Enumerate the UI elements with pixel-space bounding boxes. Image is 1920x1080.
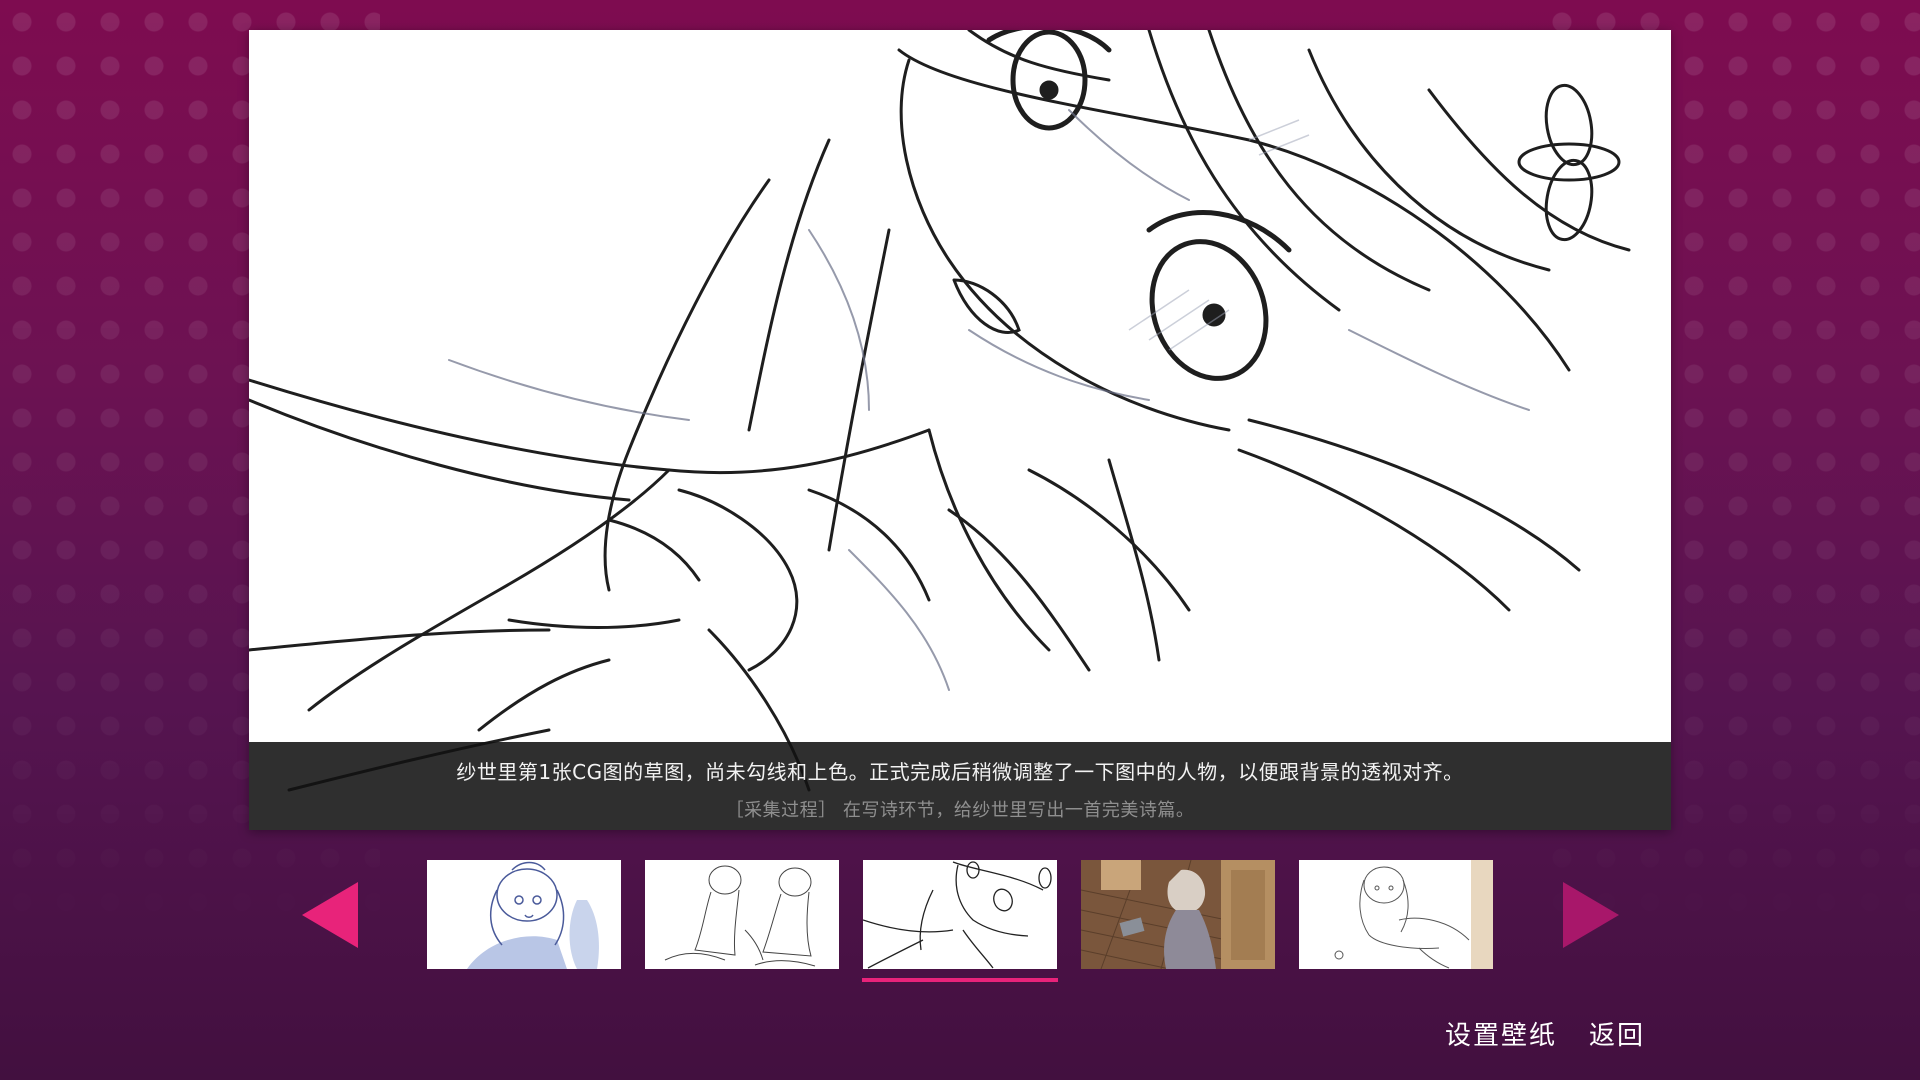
cg-unlock-hint: ［采集过程］ 在写诗环节，给纱世里写出一首完美诗篇。 [725, 800, 1195, 821]
previous-page-button[interactable] [300, 880, 360, 950]
thumbnail-3[interactable] [863, 860, 1057, 969]
cg-description: 纱世里第1张CG图的草图，尚未勾线和上色。正式完成后稍微调整了一下图中的人物，以… [456, 760, 1464, 784]
triangle-right-icon [1563, 882, 1619, 948]
cg-viewer[interactable]: 纱世里第1张CG图的草图，尚未勾线和上色。正式完成后稍微调整了一下图中的人物，以… [249, 30, 1671, 830]
thumbnail-5[interactable] [1299, 860, 1493, 969]
back-button[interactable]: 返回 [1589, 1015, 1645, 1052]
thumbnail-2[interactable] [645, 860, 839, 969]
cg-sketch-image [249, 30, 1631, 792]
thumbnail-1[interactable] [427, 860, 621, 969]
thumbnail-4[interactable] [1081, 860, 1275, 969]
triangle-left-icon [302, 882, 358, 948]
next-page-button[interactable] [1561, 880, 1621, 950]
cg-caption-panel: 纱世里第1张CG图的草图，尚未勾线和上色。正式完成后稍微调整了一下图中的人物，以… [249, 742, 1671, 830]
selected-thumbnail-indicator [862, 978, 1058, 982]
set-wallpaper-button[interactable]: 设置壁纸 [1445, 1015, 1557, 1052]
